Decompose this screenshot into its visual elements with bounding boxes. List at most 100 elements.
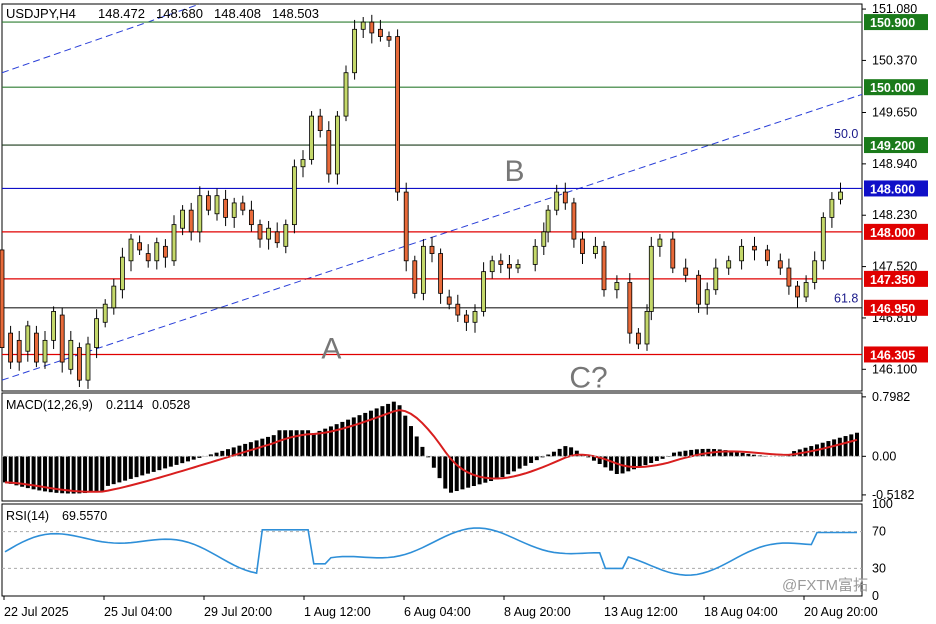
macd-histogram-bar [8, 456, 13, 484]
candle [601, 245, 607, 291]
time-axis-label: 8 Aug 20:00 [504, 605, 571, 619]
candle [352, 28, 358, 74]
fib-label: 50.0 [834, 127, 858, 141]
macd-histogram-bar [397, 405, 402, 457]
price-chart[interactable]: 151.080150.370149.650148.940148.230147.5… [0, 0, 936, 624]
price-axis-label: 148.940 [872, 157, 917, 171]
macd-histogram-bar [500, 456, 505, 478]
candle [498, 260, 504, 265]
macd-histogram-bar [551, 451, 556, 457]
time-axis-label: 13 Aug 12:00 [604, 605, 678, 619]
candle [580, 238, 585, 254]
macd-histogram-bar [117, 456, 122, 483]
candle [214, 195, 220, 215]
macd-histogram-bar [408, 426, 413, 457]
macd-axis-label: 0.7982 [872, 390, 910, 404]
macd-histogram-bar [471, 456, 476, 487]
candle [360, 21, 366, 30]
price-axis-label: 150.370 [872, 53, 917, 67]
macd-histogram-bar [123, 456, 128, 481]
price-axis-label: 149.650 [872, 106, 917, 120]
candle [197, 195, 203, 233]
candle [8, 332, 14, 363]
time-axis-label: 25 Jul 04:00 [104, 605, 172, 619]
macd-histogram-bar [317, 430, 322, 457]
macd-histogram-bar [145, 456, 150, 474]
watermark-logo: @FXTM富拓 [782, 576, 868, 594]
macd-histogram-bar [71, 456, 76, 494]
macd-title: MACD(12,26,9) [6, 398, 93, 412]
candle [541, 231, 547, 247]
candle [593, 245, 598, 254]
macd-histogram-bar [140, 456, 145, 476]
candle [489, 260, 495, 273]
header-high: 148.680 [156, 6, 203, 21]
candle [752, 245, 757, 251]
price-axis-label: 151.080 [872, 2, 917, 16]
candle [820, 216, 826, 262]
macd-signal-value: 0.0528 [152, 398, 190, 412]
macd-histogram-bar [517, 456, 522, 469]
candle [803, 282, 809, 298]
macd-histogram-bar [220, 450, 225, 457]
macd-histogram-bar [20, 456, 25, 487]
candle [726, 260, 732, 269]
level-tag-label: 146.305 [870, 348, 915, 362]
macd-histogram-bar [511, 456, 516, 472]
candle [532, 245, 538, 265]
time-axis-label: 18 Aug 04:00 [704, 605, 778, 619]
candle [696, 274, 701, 305]
candle [795, 285, 800, 298]
candle [334, 115, 340, 175]
macd-histogram-bar [643, 456, 648, 466]
macd-histogram-bar [185, 456, 190, 462]
candle [683, 267, 689, 276]
candle [291, 166, 297, 226]
candle [614, 282, 620, 291]
candle [739, 245, 744, 262]
macd-histogram-bar [368, 410, 373, 457]
macd-histogram-bar [454, 456, 459, 492]
time-axis-label: 6 Aug 04:00 [404, 605, 471, 619]
candle [85, 343, 91, 381]
macd-histogram-bar [380, 406, 385, 457]
level-tag-label: 149.200 [870, 139, 915, 153]
candle [34, 332, 39, 363]
macd-histogram-bar [174, 456, 179, 465]
macd-histogram-bar [271, 435, 276, 457]
macd-histogram-bar [128, 456, 133, 479]
candle [554, 191, 560, 211]
macd-histogram-bar [77, 456, 82, 494]
macd-histogram-bar [266, 436, 271, 457]
candle [446, 296, 452, 305]
candle [343, 72, 349, 117]
time-axis-label: 22 Jul 2025 [4, 605, 69, 619]
macd-histogram-bar [214, 452, 219, 457]
candle [317, 115, 323, 131]
time-axis-label: 29 Jul 20:00 [204, 605, 272, 619]
macd-histogram-bar [403, 415, 408, 457]
macd-histogram-bar [477, 456, 482, 485]
candle [120, 256, 125, 291]
candle [205, 195, 211, 211]
candle [102, 303, 108, 323]
wave-label: C? [569, 361, 607, 394]
candle [657, 238, 663, 247]
candle [162, 245, 168, 258]
macd-histogram-bar [48, 456, 53, 493]
macd-histogram-bar [700, 448, 705, 457]
macd-histogram-bar [105, 456, 110, 486]
macd-histogram-bar [25, 456, 30, 489]
macd-histogram-bar [168, 456, 173, 467]
candle [326, 130, 332, 175]
header-open: 148.472 [98, 6, 145, 21]
candle [515, 264, 521, 269]
macd-histogram-bar [294, 430, 299, 457]
macd-histogram-bar [340, 421, 345, 457]
fib-label: 61.8 [834, 291, 858, 305]
candle [248, 209, 254, 226]
wave-label: A [321, 332, 341, 365]
level-tag-label: 148.600 [870, 182, 915, 196]
macd-histogram-bar [391, 401, 396, 457]
macd-histogram-bar [163, 456, 168, 469]
